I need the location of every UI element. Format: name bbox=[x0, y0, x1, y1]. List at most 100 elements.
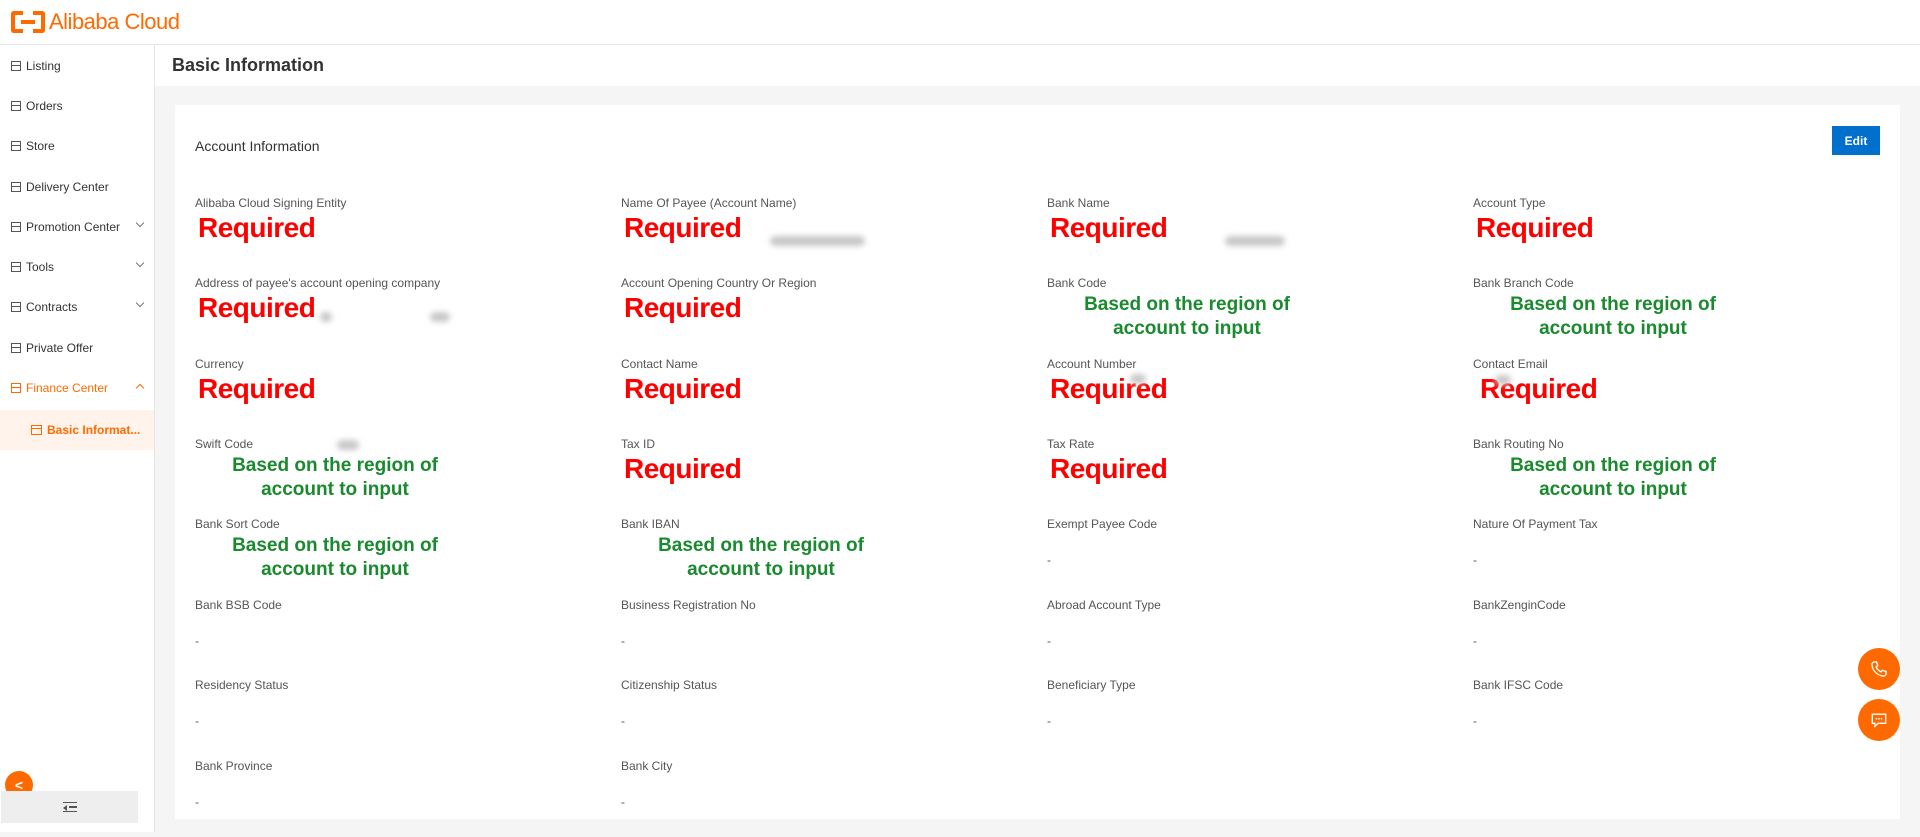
field-value: - bbox=[621, 634, 625, 648]
field-bank-bsb-code: Bank BSB Code - bbox=[195, 598, 615, 676]
sidebar-item-orders[interactable]: Orders bbox=[0, 86, 154, 126]
field-value: - bbox=[1473, 634, 1477, 648]
field-label: Bank Sort Code bbox=[195, 517, 280, 531]
page-header: Basic Information bbox=[155, 45, 1920, 86]
region-note-annotation: Based on the region of account to input bbox=[658, 535, 864, 580]
menu-item-icon bbox=[11, 383, 21, 393]
edit-button[interactable]: Edit bbox=[1832, 126, 1880, 155]
field-tax-id: Tax ID Required bbox=[621, 437, 1041, 515]
field-bank-province: Bank Province - bbox=[195, 759, 615, 837]
sidebar-item-label: Promotion Center bbox=[26, 220, 121, 234]
field-currency: Currency Required bbox=[195, 357, 615, 435]
required-annotation: Required bbox=[1050, 212, 1168, 243]
field-value: - bbox=[195, 795, 199, 809]
field-label: Alibaba Cloud Signing Entity bbox=[195, 196, 347, 210]
field-label: Address of payee's account opening compa… bbox=[195, 276, 441, 290]
field-bank-code: Bank Code Based on the region of account … bbox=[1047, 276, 1467, 354]
field-name-of-payee-account-name: Name Of Payee (Account Name) Required bbox=[621, 196, 1041, 274]
field-label: Bank Branch Code bbox=[1473, 276, 1574, 290]
sidebar-item-finance-center[interactable]: Finance Center bbox=[0, 368, 154, 408]
required-annotation: Required bbox=[198, 212, 316, 243]
fold-menu-bar[interactable] bbox=[1, 791, 138, 823]
required-annotation: Required bbox=[624, 212, 742, 243]
field-contact-email: Contact Email Required bbox=[1473, 357, 1893, 435]
field-label: Tax Rate bbox=[1047, 437, 1095, 451]
field-label: Bank City bbox=[621, 759, 673, 773]
region-note-annotation: Based on the region of account to input bbox=[1084, 294, 1290, 339]
chat-icon bbox=[1871, 713, 1887, 728]
chevron-up-icon bbox=[135, 383, 145, 393]
field-label: Bank Province bbox=[195, 759, 273, 773]
field-swift-code: Swift Code Based on the region of account… bbox=[195, 437, 615, 515]
phone-support-button[interactable] bbox=[1858, 648, 1900, 690]
sidebar-item-private-offer[interactable]: Private Offer bbox=[0, 328, 154, 368]
field-label: Bank BSB Code bbox=[195, 598, 282, 612]
card-title: Account Information bbox=[195, 138, 320, 154]
field-label: Bank IFSC Code bbox=[1473, 678, 1564, 692]
field-label: BankZenginCode bbox=[1473, 598, 1566, 612]
field-account-type: Account Type Required bbox=[1473, 196, 1893, 274]
field-beneficiary-type: Beneficiary Type - bbox=[1047, 678, 1467, 756]
field-bank-city: Bank City - bbox=[621, 759, 1041, 837]
field-business-registration-no: Business Registration No - bbox=[621, 598, 1041, 676]
required-annotation: Required bbox=[1476, 212, 1594, 243]
phone-icon bbox=[1871, 661, 1887, 677]
chevron-down-icon bbox=[135, 258, 145, 268]
sidebar-item-promotion-center[interactable]: Promotion Center bbox=[0, 207, 154, 247]
field-exempt-payee-code: Exempt Payee Code - bbox=[1047, 517, 1467, 595]
logo-text: Alibaba Cloud bbox=[49, 9, 180, 34]
field-label: Bank Code bbox=[1047, 276, 1107, 290]
field-value: - bbox=[1473, 714, 1477, 728]
sidebar-item-contracts[interactable]: Contracts bbox=[0, 287, 154, 327]
field-value: - bbox=[621, 795, 625, 809]
menu-item-icon bbox=[11, 141, 21, 151]
menu-item-icon bbox=[11, 101, 21, 111]
required-annotation: Required bbox=[624, 453, 742, 484]
region-note-annotation: Based on the region of account to input bbox=[232, 455, 438, 500]
field-value: - bbox=[1047, 714, 1051, 728]
field-value: - bbox=[1047, 634, 1051, 648]
field-bank-iban: Bank IBAN Based on the region of account … bbox=[621, 517, 1041, 595]
required-annotation: Required bbox=[198, 292, 316, 323]
field-contact-name: Contact Name Required bbox=[621, 357, 1041, 435]
required-annotation: Required bbox=[198, 373, 316, 404]
field-label: Bank Routing No bbox=[1473, 437, 1564, 451]
sidebar-item-label: Orders bbox=[26, 99, 63, 113]
field-value: - bbox=[195, 634, 199, 648]
menu-item-icon bbox=[11, 182, 21, 192]
sidebar-item-listing[interactable]: Listing bbox=[0, 46, 154, 86]
field-label: Currency bbox=[195, 357, 244, 371]
region-note-annotation: Based on the region of account to input bbox=[1510, 294, 1716, 339]
chat-support-button[interactable] bbox=[1858, 699, 1900, 741]
region-note-annotation: Based on the region of account to input bbox=[232, 535, 438, 580]
sidebar-item-label: Contracts bbox=[26, 300, 78, 314]
field-bank-name: Bank Name Required bbox=[1047, 196, 1467, 274]
field-tax-rate: Tax Rate Required bbox=[1047, 437, 1467, 515]
field-label: Contact Email bbox=[1473, 357, 1548, 371]
field-label: Beneficiary Type bbox=[1047, 678, 1136, 692]
field-label: Citizenship Status bbox=[621, 678, 718, 692]
logo-mark-icon bbox=[11, 11, 45, 33]
redacted-value-blur bbox=[430, 312, 450, 322]
sidebar-item-label: Store bbox=[26, 139, 55, 153]
sidebar-item-delivery-center[interactable]: Delivery Center bbox=[0, 167, 154, 207]
top-bar: Alibaba Cloud bbox=[0, 0, 1920, 45]
redacted-value-blur bbox=[1130, 374, 1146, 384]
sidebar-item-label: Listing bbox=[26, 59, 61, 73]
chevron-down-icon bbox=[135, 218, 145, 228]
field-bank-branch-code: Bank Branch Code Based on the region of a… bbox=[1473, 276, 1893, 354]
required-annotation: Required bbox=[1050, 453, 1168, 484]
alibaba-cloud-logo[interactable]: Alibaba Cloud bbox=[11, 8, 180, 36]
menu-item-icon bbox=[11, 61, 21, 71]
field-address-of-payee-s-account-opening-company: Address of payee's account opening compa… bbox=[195, 276, 615, 354]
sidebar-item-label: Tools bbox=[26, 260, 55, 274]
field-label: Account Number bbox=[1047, 357, 1137, 371]
sidebar-item-store[interactable]: Store bbox=[0, 126, 154, 166]
sidebar-item-tools[interactable]: Tools bbox=[0, 247, 154, 287]
field-label: Exempt Payee Code bbox=[1047, 517, 1158, 531]
redacted-value-blur bbox=[337, 440, 359, 450]
redacted-value-blur bbox=[770, 236, 865, 246]
sidebar-subitem-basic-information[interactable]: Basic Informat... bbox=[0, 410, 154, 450]
required-annotation: Required bbox=[1050, 373, 1168, 404]
field-label: Contact Name bbox=[621, 357, 698, 371]
